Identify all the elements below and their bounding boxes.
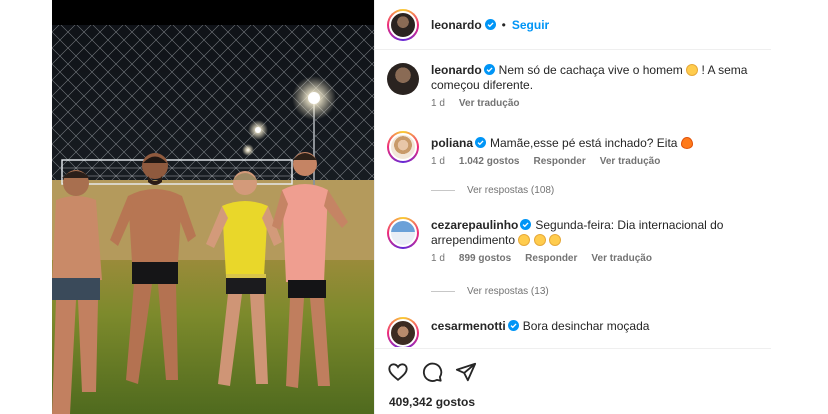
comments-list[interactable]: leonardo Nem só de cachaça vive o homem !… bbox=[375, 51, 771, 347]
paper-plane-icon[interactable] bbox=[455, 361, 477, 383]
comment-text-line-2: arrependimento bbox=[431, 233, 516, 247]
comment-meta: 1 d 899 gostos Responder Ver tradução bbox=[431, 253, 759, 264]
caption: leonardo Nem só de cachaça vive o homem !… bbox=[387, 63, 759, 109]
replies-divider bbox=[431, 291, 455, 292]
caption-translate-link[interactable]: Ver tradução bbox=[459, 98, 520, 109]
commenter-avatar[interactable] bbox=[387, 131, 419, 163]
commenter-avatar[interactable] bbox=[387, 217, 419, 249]
commenter-avatar[interactable] bbox=[387, 317, 419, 347]
comment-item: cezarepaulinho Segunda-feira: Dia interna… bbox=[387, 217, 759, 264]
likes-count[interactable]: 409,342 gostos bbox=[389, 395, 475, 409]
author-username[interactable]: leonardo bbox=[431, 18, 482, 32]
post-photo[interactable] bbox=[52, 0, 374, 414]
caption-username[interactable]: leonardo bbox=[431, 63, 482, 77]
reply-button[interactable]: Responder bbox=[534, 156, 586, 167]
translate-link[interactable]: Ver tradução bbox=[591, 253, 652, 264]
caption-time[interactable]: 1 d bbox=[431, 98, 445, 109]
comment-item: poliana Mamãe,esse pé está inchado? Eita … bbox=[387, 131, 759, 167]
post-side-panel: leonardo • Seguir leonardo Nem só de cach… bbox=[374, 0, 771, 414]
comment-time[interactable]: 1 d bbox=[431, 156, 445, 167]
laughing-emoji-icon bbox=[686, 64, 699, 76]
view-replies-label[interactable]: Ver respostas (108) bbox=[467, 185, 554, 196]
separator-dot: • bbox=[501, 17, 506, 32]
comment-text: Segunda-feira: Dia internacional do bbox=[535, 218, 724, 232]
laughing-emoji-icon bbox=[518, 234, 531, 246]
photo-scene bbox=[52, 0, 374, 414]
caption-text-line-2: começou diferente. bbox=[431, 78, 534, 92]
post-header: leonardo • Seguir bbox=[375, 0, 771, 50]
comment-username[interactable]: poliana bbox=[431, 136, 473, 150]
verified-badge-icon bbox=[483, 64, 495, 75]
fire-emoji-icon bbox=[680, 137, 693, 149]
comment-meta: 1 d 1.042 gostos Responder Ver tradução bbox=[431, 156, 759, 167]
verified-badge-icon bbox=[475, 137, 487, 148]
translate-link[interactable]: Ver tradução bbox=[600, 156, 661, 167]
follow-button[interactable]: Seguir bbox=[512, 18, 549, 32]
comment-text: Bora desinchar moçada bbox=[522, 319, 650, 333]
caption-text-continued: ! A sema bbox=[701, 63, 748, 77]
comment-icon[interactable] bbox=[421, 361, 443, 383]
caption-avatar[interactable] bbox=[387, 63, 419, 95]
comment-username[interactable]: cesarmenotti bbox=[431, 319, 506, 333]
comment-username[interactable]: cezarepaulinho bbox=[431, 218, 518, 232]
comment-likes[interactable]: 1.042 gostos bbox=[459, 156, 520, 167]
comment-time[interactable]: 1 d bbox=[431, 253, 445, 264]
verified-badge-icon bbox=[484, 19, 496, 30]
caption-meta: 1 d Ver tradução bbox=[431, 98, 759, 109]
view-replies-label[interactable]: Ver respostas (13) bbox=[467, 286, 549, 297]
comment-item: cesarmenotti Bora desinchar moçada bbox=[387, 317, 759, 347]
reply-button[interactable]: Responder bbox=[525, 253, 577, 264]
view-replies-button[interactable]: Ver respostas (108) bbox=[431, 185, 554, 196]
verified-badge-icon bbox=[520, 219, 532, 230]
laughing-emoji-icon bbox=[533, 234, 546, 246]
comment-text: Mamãe,esse pé está inchado? Eita bbox=[490, 136, 678, 150]
caption-text: Nem só de cachaça vive o homem bbox=[498, 63, 683, 77]
author-avatar[interactable] bbox=[387, 8, 419, 41]
laughing-emoji-icon bbox=[549, 234, 562, 246]
view-replies-button[interactable]: Ver respostas (13) bbox=[431, 286, 549, 297]
replies-divider bbox=[431, 190, 455, 191]
comment-likes[interactable]: 899 gostos bbox=[459, 253, 511, 264]
heart-icon[interactable] bbox=[387, 361, 409, 383]
post-actions: 409,342 gostos bbox=[375, 348, 771, 414]
verified-badge-icon bbox=[507, 320, 519, 331]
